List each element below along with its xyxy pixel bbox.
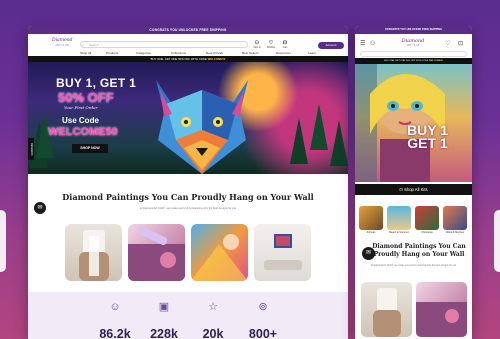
colorful-painting-image: [191, 234, 248, 281]
mobile-window: CONGRATS YOU UNLOCKED FREE SHIPPING ☰ ⚇ …: [355, 26, 472, 339]
right-side-tab: [494, 210, 500, 272]
stat-value: 800+: [248, 327, 278, 339]
category-beach[interactable]: Beach & Summer: [387, 206, 411, 234]
promo-text: BUY ONE, GET ONE 50% OFF WITH CODE: [150, 57, 207, 61]
mobile-search-input[interactable]: [360, 51, 467, 57]
header-icons: ⚇ Sign In ♡ Wishlist ⊡ Cart: [252, 40, 312, 50]
search-placeholder: Search: [89, 43, 99, 47]
user-icon[interactable]: ⚇: [370, 40, 375, 48]
badge-icon: ⊚: [258, 301, 268, 313]
star-icon: ☆: [208, 301, 218, 313]
person-holding-canvas-image: [373, 288, 401, 337]
tree-decoration: [290, 118, 308, 164]
tree-decoration: [310, 104, 328, 150]
gallery-thumb[interactable]: [416, 282, 467, 337]
category-label: Animals: [366, 231, 376, 234]
hero-banner[interactable]: BUY 1, GET 1 50% OFF Your First Order Us…: [28, 62, 348, 174]
hero-line3: Your First Order: [64, 105, 98, 110]
left-side-tab: [0, 210, 6, 272]
wolf-artwork: [156, 80, 248, 174]
menu-icon[interactable]: ☰: [360, 40, 365, 48]
stat-customers: ☺ 86.2k: [90, 300, 140, 339]
brand-name: Diamond: [52, 38, 73, 43]
stat-orders: ▣ 228k: [139, 300, 189, 339]
mobile-section-heading: Diamond Paintings You Can Proudly Hang o…: [372, 243, 466, 258]
shop-all-label: Shop All Kits: [404, 187, 428, 192]
announcement-bar: CONGRATS YOU UNLOCKED FREE SHIPPING: [28, 26, 348, 34]
category-label: Beach & Summer: [389, 231, 409, 234]
category-animals[interactable]: Animals: [359, 206, 383, 234]
mobile-section-subtitle: At Diamond Art Club®, we curate every ki…: [370, 265, 457, 267]
cart-label: Cart: [282, 46, 288, 49]
cart-icon[interactable]: ⊡: [458, 40, 463, 48]
promo-code: WELCOME50: [207, 57, 226, 61]
gallery-thumb[interactable]: [128, 224, 185, 281]
section-heading: Diamond Paintings You Can Proudly Hang o…: [62, 192, 314, 202]
brand-tag: ART CLUB: [55, 44, 69, 47]
wishlist-button[interactable]: ♡ Wishlist: [266, 40, 276, 49]
stat-value: 86.2k: [99, 327, 131, 339]
hero-line5: WELCOME50: [48, 126, 118, 138]
category-image: [387, 206, 411, 230]
gallery-thumb[interactable]: [191, 224, 248, 281]
account-button[interactable]: Account: [318, 42, 344, 49]
applying-drills-image: [128, 227, 185, 281]
rewards-tab[interactable]: REWARDS: [28, 138, 34, 160]
smile-icon: ☺: [109, 301, 121, 313]
mobile-header: ☰ ⚇ Diamond ART CLUB ♡ ⊡: [355, 34, 472, 58]
brand-logo[interactable]: Diamond ART CLUB: [52, 38, 73, 51]
hero-line2: 50% OFF: [58, 90, 114, 105]
gallery-thumb[interactable]: [65, 224, 122, 281]
category-label: Christmas: [421, 231, 433, 234]
wishlist-label: Wishlist: [266, 46, 276, 49]
hero-line1: BUY 1, GET 1: [56, 76, 137, 90]
brand-logo[interactable]: Diamond ART CLUB: [397, 38, 429, 47]
person-holding-canvas-image: [79, 230, 109, 281]
shop-now-button[interactable]: SHOP NOW: [72, 144, 108, 153]
promo-text: BUY ONE, GET ONE 50% OFF WITH CODE: [384, 60, 429, 62]
section-subtitle: At Diamond Art Club®, we curate every ki…: [139, 207, 237, 210]
cart-icon: ⊡: [399, 187, 403, 192]
stat-designs: ⊚ 800+: [238, 300, 288, 339]
mobile-hero-text: BUY 1 GET 1: [407, 123, 448, 151]
cart-button[interactable]: ⊡ Cart: [280, 40, 290, 49]
category-christmas[interactable]: Christmas: [415, 206, 439, 234]
desktop-window: CONGRATS YOU UNLOCKED FREE SHIPPING Diam…: [28, 26, 348, 339]
mobile-hero-banner[interactable]: BUY 1 GET 1: [355, 64, 472, 182]
announcement-bar: CONGRATS YOU UNLOCKED FREE SHIPPING: [355, 26, 472, 34]
applying-drills-image: [416, 302, 467, 337]
stat-reviews: ☆ 20k: [188, 300, 238, 339]
category-image: [443, 206, 467, 230]
sign-in-button[interactable]: ⚇ Sign In: [252, 40, 262, 49]
search-input[interactable]: ⌕ Search: [80, 41, 248, 48]
stat-value: 20k: [202, 327, 224, 339]
chat-icon: ✉: [37, 205, 43, 211]
chat-button[interactable]: ✉: [34, 202, 46, 214]
hero-line4: Use Code: [62, 116, 99, 125]
gallery-thumb[interactable]: [361, 282, 412, 337]
category-image: [415, 206, 439, 230]
promo-code: WELCOME50: [428, 60, 443, 62]
site-header: Diamond ART CLUB ⌕ Search ⚇ Sign In ♡ Wi…: [28, 34, 348, 57]
mobile-hero-line2: GET 1: [407, 135, 448, 151]
category-cities[interactable]: Cities & Skylines: [443, 206, 467, 234]
stat-value: 228k: [150, 327, 178, 339]
category-label: Cities & Skylines: [445, 231, 465, 234]
category-image: [359, 206, 383, 230]
heart-icon[interactable]: ♡: [445, 40, 450, 48]
shop-all-kits-button[interactable]: ⊡ Shop All Kits: [355, 184, 472, 195]
tree-decoration: [330, 120, 348, 166]
framed-wall-art-image: [264, 234, 302, 270]
box-icon: ▣: [158, 301, 170, 313]
gallery-thumb[interactable]: [254, 224, 311, 281]
sign-in-label: Sign In: [253, 46, 261, 49]
brand-tag: ART CLUB: [406, 44, 420, 47]
search-icon: ⌕: [82, 43, 84, 47]
